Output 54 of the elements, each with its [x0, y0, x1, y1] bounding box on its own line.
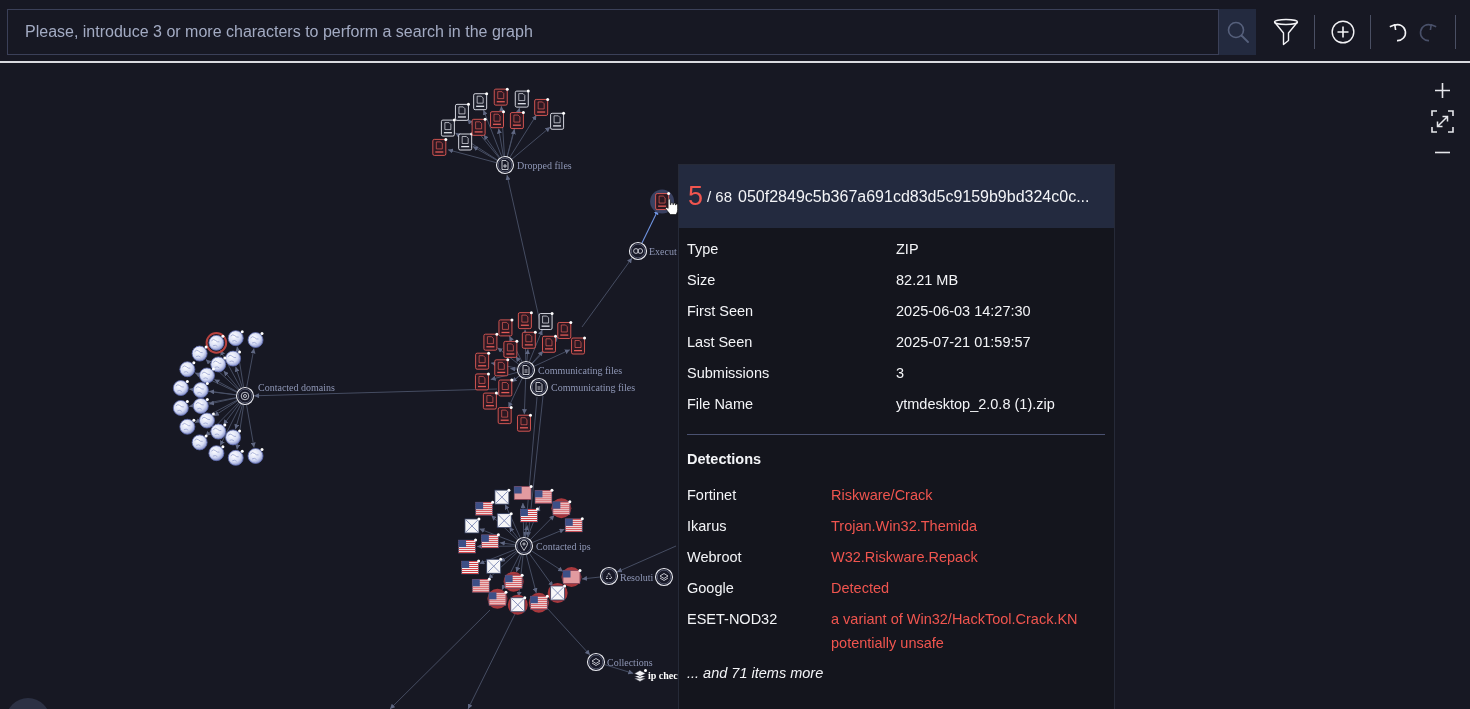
relation-node — [235, 386, 255, 406]
search-field[interactable]: Please, introduce 3 or more characters to perform a search in the graph — [7, 9, 1220, 55]
node-label: Communicating files — [538, 365, 623, 376]
detection-result: W32.Riskware.Repack — [831, 547, 978, 567]
node-label: Contacted domains — [258, 382, 335, 393]
engine-name: Fortinet — [687, 485, 737, 505]
relation-node — [516, 360, 536, 380]
plus-circle-icon — [1330, 20, 1355, 44]
field-label: Last Seen — [687, 333, 753, 352]
relation-node — [495, 155, 515, 175]
engine-name: ESET-NOD32 — [687, 609, 778, 629]
relation-node — [529, 377, 549, 397]
engine-name: Google — [687, 578, 734, 598]
detection-result: a variant of Win32/HackTool.Crack.KN potentially unsafe — [831, 609, 1079, 653]
plus-icon — [1435, 82, 1450, 98]
node-label: Communicating files — [551, 382, 636, 393]
file-hash: 050f2849c5b367a691cd83d5c9159b9bd324c0c... — [738, 187, 1090, 206]
detection-count: 5 — [688, 181, 704, 212]
node-label: ip chec — [648, 670, 678, 682]
detection-result: Riskware/Crack — [831, 485, 933, 505]
fit-button[interactable] — [1431, 110, 1454, 132]
expand-icon — [1431, 109, 1454, 133]
section-title: Detections — [687, 450, 762, 469]
engine-total: / 68 — [707, 188, 733, 205]
field-value: 2025-06-03 14:27:30 — [896, 302, 1031, 321]
field-label: File Name — [687, 395, 754, 414]
node-label: Contacted ips — [536, 541, 591, 552]
engine-name: Ikarus — [687, 516, 727, 536]
edge-arrow — [641, 209, 659, 244]
node-label: Execut — [649, 246, 677, 257]
field-label: Submissions — [687, 364, 770, 383]
relation-node — [586, 652, 606, 672]
detection-result: Trojan.Win32.Themida — [831, 516, 978, 536]
field-label: First Seen — [687, 302, 754, 321]
search-icon — [1226, 21, 1249, 43]
engine-name: Webroot — [687, 547, 742, 567]
field-label: Size — [687, 271, 716, 290]
relation-node — [514, 536, 534, 556]
detection-result: Detected — [831, 578, 890, 598]
field-value: 3 — [896, 364, 905, 383]
field-value: 82.21 MB — [896, 271, 959, 290]
more-items-text: ... and 71 items more — [687, 664, 824, 683]
node-label: Resoluti — [620, 572, 654, 583]
relation-node — [599, 566, 619, 586]
field-value: ZIP — [896, 240, 919, 259]
node-label: Collections — [607, 657, 653, 668]
field-value: 2025-07-21 01:59:57 — [896, 333, 1031, 352]
relation-node — [628, 241, 648, 261]
field-label: Type — [687, 240, 719, 259]
field-value: ytmdesktop_2.0.8 (1).zip — [896, 395, 1055, 414]
minus-icon — [1435, 150, 1450, 154]
filter-icon — [1272, 18, 1299, 46]
node-label: Dropped files — [517, 160, 572, 171]
relation-node — [654, 567, 674, 587]
